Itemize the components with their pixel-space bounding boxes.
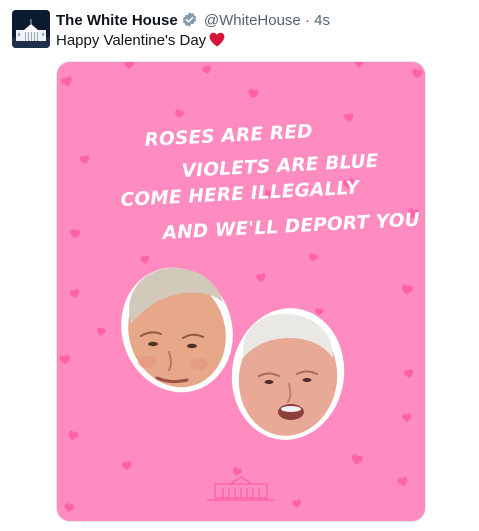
handle[interactable]: @WhiteHouse — [204, 12, 301, 29]
separator-dot: · — [304, 12, 310, 29]
red-heart-icon — [209, 32, 225, 52]
verified-badge-icon — [181, 11, 198, 33]
white-house-avatar-icon — [12, 10, 50, 48]
timestamp[interactable]: 4s — [314, 12, 330, 29]
tweet-header: The White House @WhiteHouse · 4s — [56, 11, 330, 33]
tweet-text: Happy Valentine's Day — [56, 32, 225, 52]
display-name[interactable]: The White House — [56, 12, 178, 29]
valentine-card-image: ROSES ARE RED VIOLETS ARE BLUE COME HERE… — [57, 62, 425, 521]
tweet-text-content: Happy Valentine's Day — [56, 32, 207, 49]
media-card[interactable]: ROSES ARE RED VIOLETS ARE BLUE COME HERE… — [56, 61, 426, 522]
avatar[interactable] — [12, 10, 50, 48]
